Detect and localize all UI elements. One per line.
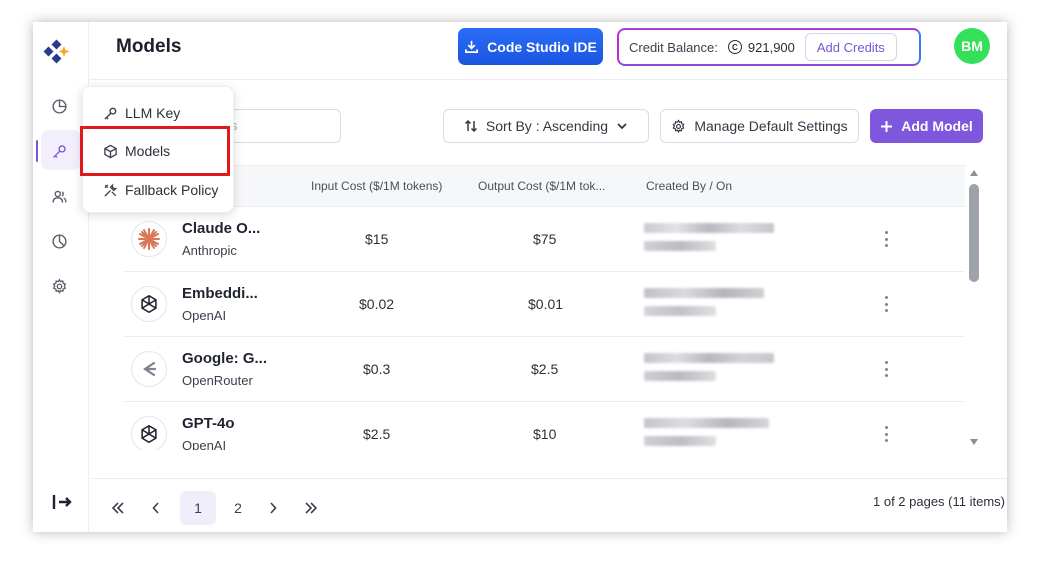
add-model-button[interactable]: Add Model bbox=[870, 109, 983, 143]
openai-icon bbox=[131, 286, 167, 322]
anthropic-icon bbox=[131, 221, 167, 257]
model-name: Embeddi... bbox=[182, 285, 258, 302]
openrouter-icon bbox=[131, 351, 167, 387]
app-logo-icon[interactable] bbox=[42, 36, 72, 66]
row-actions-menu-icon[interactable] bbox=[883, 231, 889, 247]
settings-icon[interactable] bbox=[49, 276, 69, 296]
submenu-item-llm-key[interactable]: LLM Key bbox=[103, 105, 180, 121]
model-name: Claude O... bbox=[182, 220, 261, 237]
submenu-item-label: LLM Key bbox=[125, 105, 181, 121]
chevron-down-icon bbox=[617, 123, 627, 130]
coin-icon: C bbox=[727, 40, 742, 54]
input-cost: $0.02 bbox=[359, 296, 395, 312]
sort-dropdown[interactable]: Sort By : Ascending bbox=[443, 109, 649, 143]
model-name: GPT-4o bbox=[182, 415, 235, 432]
code-studio-ide-label: Code Studio IDE bbox=[487, 38, 597, 55]
double-chevron-left-icon bbox=[111, 502, 124, 514]
next-page-button[interactable] bbox=[255, 491, 291, 525]
model-provider: Anthropic bbox=[182, 243, 237, 258]
plus-icon bbox=[881, 120, 893, 132]
table-scrollbar[interactable] bbox=[969, 170, 979, 445]
output-cost: $75 bbox=[533, 231, 557, 247]
first-page-button[interactable] bbox=[100, 491, 136, 525]
row-actions-menu-icon[interactable] bbox=[883, 361, 889, 377]
last-page-button[interactable] bbox=[293, 491, 329, 525]
code-studio-ide-button[interactable]: Code Studio IDE bbox=[458, 28, 603, 65]
scrollbar-thumb[interactable] bbox=[969, 184, 979, 282]
user-avatar[interactable]: BM bbox=[954, 28, 990, 64]
tools-icon bbox=[104, 182, 118, 197]
model-name: Google: G... bbox=[182, 350, 267, 367]
row-actions-menu-icon[interactable] bbox=[883, 296, 889, 312]
chevron-right-icon bbox=[270, 502, 277, 514]
users-icon[interactable] bbox=[49, 186, 69, 206]
created-by-redacted bbox=[644, 353, 779, 389]
table-row[interactable]: GPT-4o OpenAI $2.5 $10 bbox=[123, 402, 965, 450]
dashboard-icon[interactable] bbox=[49, 96, 69, 116]
scroll-up-arrow-icon[interactable] bbox=[970, 170, 978, 176]
page-info: 1 of 2 pages (11 items) bbox=[873, 494, 1005, 509]
sidebar bbox=[33, 22, 89, 532]
column-header-output-cost[interactable]: Output Cost ($/1M tok... bbox=[478, 179, 608, 193]
column-header-input-cost[interactable]: Input Cost ($/1M tokens) bbox=[311, 179, 442, 193]
output-cost: $10 bbox=[533, 426, 557, 442]
output-cost: $0.01 bbox=[528, 296, 564, 312]
page-button-1[interactable]: 1 bbox=[180, 491, 216, 525]
pagination: 1 2 1 of 2 pages (11 items) bbox=[90, 478, 1007, 532]
table-row[interactable]: Embeddi... OpenAI $0.02 $0.01 bbox=[123, 272, 965, 337]
add-credits-button[interactable]: Add Credits bbox=[804, 33, 897, 61]
scroll-down-arrow-icon[interactable] bbox=[970, 439, 978, 445]
credit-balance-panel: Credit Balance: C 921,900 Add Credits bbox=[617, 28, 921, 66]
openai-icon bbox=[131, 416, 167, 450]
model-provider: OpenAI bbox=[182, 308, 227, 323]
download-icon bbox=[465, 40, 479, 53]
input-cost: $2.5 bbox=[363, 426, 391, 442]
row-actions-menu-icon[interactable] bbox=[883, 426, 889, 442]
double-chevron-right-icon bbox=[305, 502, 318, 514]
credit-balance-label: Credit Balance: bbox=[629, 39, 718, 55]
annotation-highlight-box bbox=[80, 126, 230, 176]
manage-default-settings-label: Manage Default Settings bbox=[694, 118, 848, 134]
sort-label: Sort By : Ascending bbox=[485, 118, 609, 134]
models-table: Input Cost ($/1M tokens) Output Cost ($/… bbox=[123, 165, 965, 450]
chevron-left-icon bbox=[152, 502, 159, 514]
created-by-redacted bbox=[644, 418, 779, 450]
header: Models Code Studio IDE Credit Balance: C… bbox=[90, 22, 1007, 80]
key-icon[interactable] bbox=[49, 141, 69, 161]
logout-icon[interactable] bbox=[51, 492, 73, 512]
add-model-label: Add Model bbox=[901, 118, 973, 134]
table-row[interactable]: Claude O... Anthropic $15 $75 bbox=[123, 207, 965, 272]
output-cost: $2.5 bbox=[531, 361, 559, 377]
key-icon bbox=[104, 107, 117, 120]
created-by-redacted bbox=[644, 288, 779, 324]
manage-default-settings-button[interactable]: Manage Default Settings bbox=[660, 109, 859, 143]
model-provider: OpenAI bbox=[182, 438, 227, 450]
analytics-icon[interactable] bbox=[49, 231, 69, 251]
settings-icon bbox=[672, 118, 685, 133]
sort-icon bbox=[464, 119, 477, 133]
page-button-2[interactable]: 2 bbox=[220, 491, 256, 525]
created-by-redacted bbox=[644, 223, 779, 259]
submenu-item-label: Fallback Policy bbox=[125, 182, 219, 198]
input-cost: $15 bbox=[365, 231, 389, 247]
app-window: Models Code Studio IDE Credit Balance: C… bbox=[33, 22, 1007, 532]
table-row[interactable]: Google: G... OpenRouter $0.3 $2.5 bbox=[123, 337, 965, 402]
page-title: Models bbox=[116, 36, 182, 57]
table-header: Input Cost ($/1M tokens) Output Cost ($/… bbox=[123, 165, 965, 207]
nav-active-indicator bbox=[36, 140, 38, 162]
previous-page-button[interactable] bbox=[138, 491, 174, 525]
column-header-created-by[interactable]: Created By / On bbox=[646, 179, 732, 193]
credit-balance-value: 921,900 bbox=[747, 39, 795, 55]
input-cost: $0.3 bbox=[363, 361, 391, 377]
submenu-item-fallback-policy[interactable]: Fallback Policy bbox=[103, 182, 218, 198]
model-provider: OpenRouter bbox=[182, 373, 253, 388]
